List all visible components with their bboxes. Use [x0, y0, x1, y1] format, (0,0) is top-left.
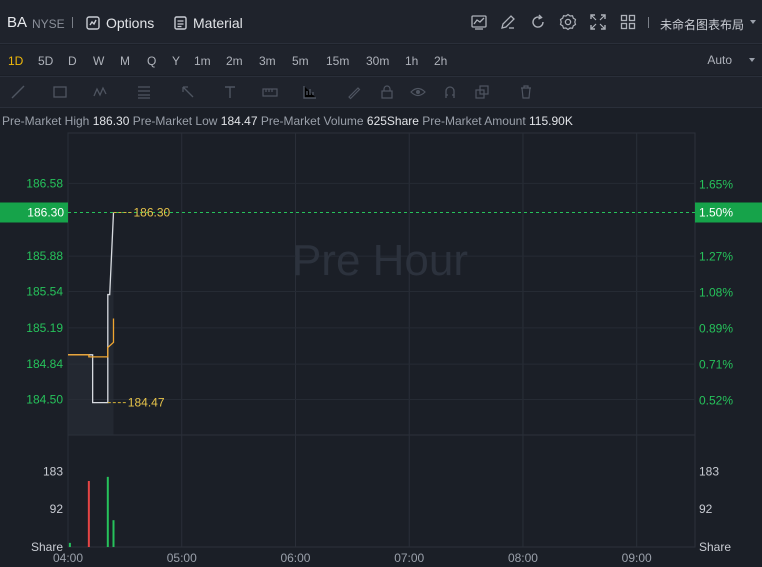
chart-axes: 04:00 05:00 06:00 07:00 08:00 09:00186.58185.… — [0, 176, 762, 565]
volume-tick-label: 183 — [43, 465, 63, 479]
time-label: 05:00 — [167, 551, 197, 565]
price-tick-label: 185.19 — [26, 321, 63, 335]
high-marker-label: 186.30 — [133, 206, 170, 220]
volume-tick-label-right: 183 — [699, 465, 719, 479]
price-area — [68, 212, 114, 435]
volume-tick-label: 92 — [50, 502, 64, 516]
time-label: 08:00 — [508, 551, 538, 565]
time-label: 09:00 — [622, 551, 652, 565]
pct-tick-label: 0.71% — [699, 358, 733, 372]
chart-grid — [67, 132, 696, 548]
price-tick-label: 185.54 — [26, 284, 63, 298]
current-pct-value: 1.50% — [699, 206, 733, 220]
volume-unit-label: Share — [31, 540, 63, 554]
volume-bar — [106, 476, 109, 547]
chart-frame — [67, 132, 696, 548]
price-chart[interactable]: Pre Hour 04:00 05:00 06:00 07:00 08:00 09:001… — [0, 0, 762, 567]
pct-tick-label: 1.08% — [699, 286, 733, 300]
price-tick-label: 186.58 — [26, 176, 63, 190]
volume-bar — [112, 520, 115, 547]
pct-tick-label: 0.89% — [699, 322, 733, 336]
pct-tick-label: 1.27% — [699, 250, 733, 264]
volume-bars — [68, 476, 115, 547]
volume-tick-label-right: 92 — [699, 502, 713, 516]
price-tick-label: 184.84 — [26, 357, 63, 371]
pct-tick-label: 1.65% — [699, 178, 733, 192]
low-marker-label: 184.47 — [128, 396, 165, 410]
price-tick-label: 184.50 — [26, 393, 63, 407]
pct-tick-label: 0.52% — [699, 394, 733, 408]
price-tick-label: 185.88 — [26, 249, 63, 263]
current-price-value: 186.30 — [27, 206, 64, 220]
time-label: 06:00 — [280, 551, 310, 565]
volume-bar — [68, 542, 71, 547]
volume-unit-label-right: Share — [699, 540, 731, 554]
volume-bar — [87, 480, 90, 547]
average-price-line — [68, 318, 115, 358]
watermark: Pre Hour — [292, 236, 468, 285]
time-label: 07:00 — [394, 551, 424, 565]
